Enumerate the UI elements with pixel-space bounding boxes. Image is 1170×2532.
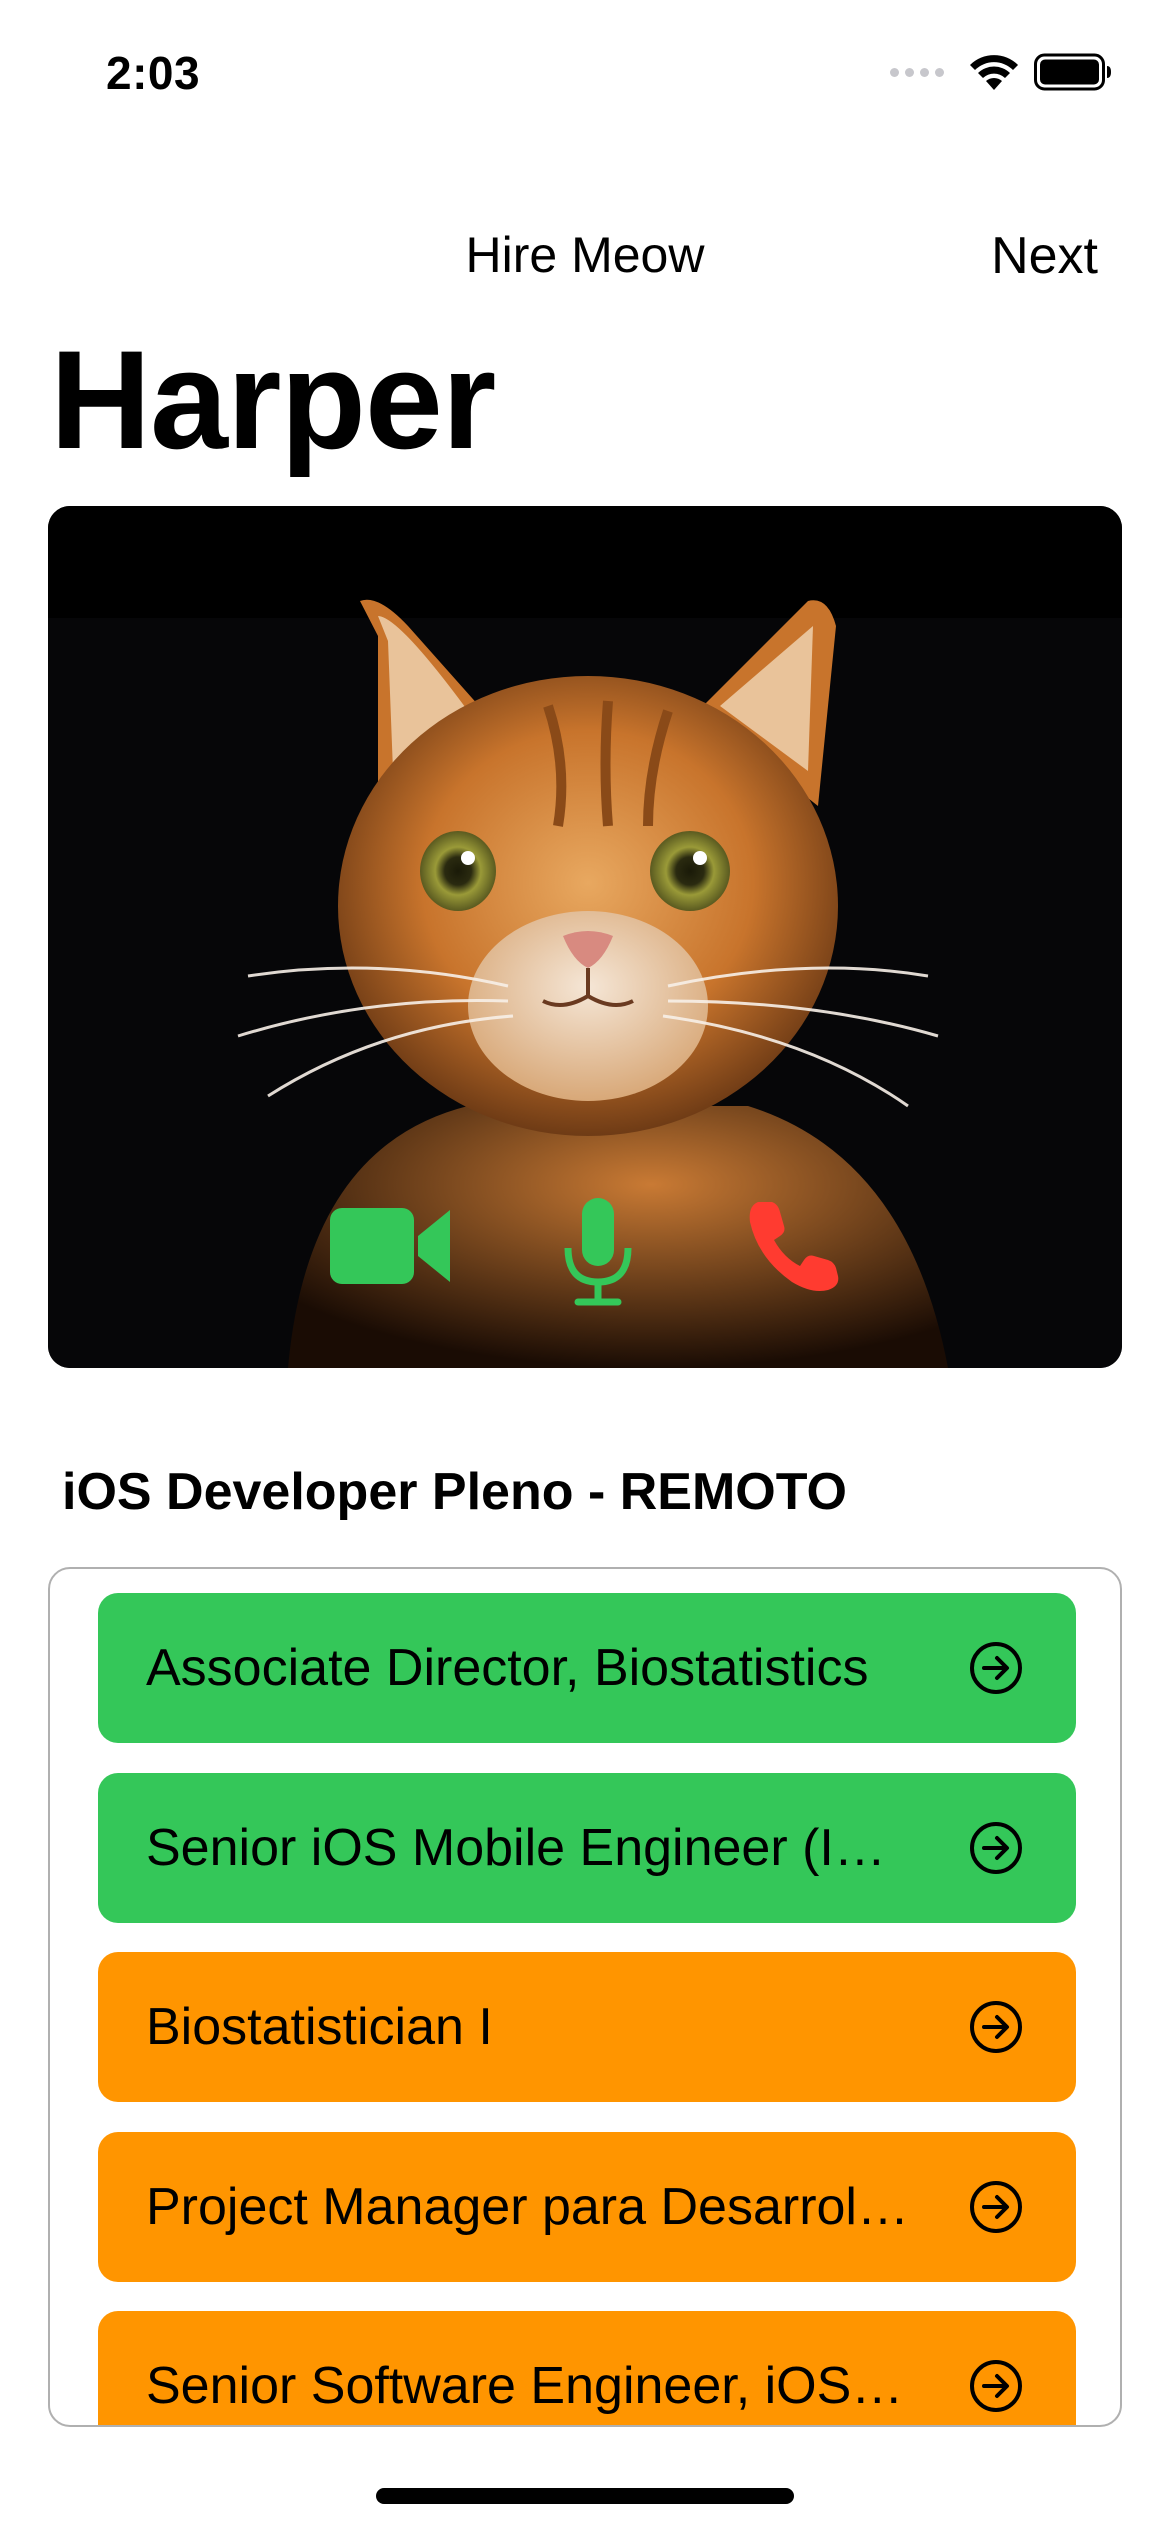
job-title: Associate Director, Biostatistics [146, 1639, 869, 1697]
job-title: Senior iOS Mobile Engineer (I… [146, 1819, 886, 1877]
arrow-right-circle-icon [970, 1822, 1022, 1874]
home-indicator[interactable] [376, 2488, 794, 2504]
job-list-item[interactable]: Associate Director, Biostatistics [98, 1593, 1076, 1743]
job-list-item[interactable]: Project Manager para Desarrol… [98, 2132, 1076, 2282]
status-icons [890, 52, 1112, 92]
job-title: Biostatistician I [146, 1998, 493, 2056]
wifi-icon [970, 55, 1018, 90]
screen: 2:03 Hire Meow Next Harper iOS Developer… [0, 0, 1170, 2532]
job-list: Associate Director, Biostatistics Senior… [48, 1567, 1122, 2427]
candidate-name: Harper [50, 321, 496, 478]
battery-icon [1034, 53, 1111, 91]
arrow-right-circle-icon [970, 2001, 1022, 2053]
arrow-right-circle-icon [970, 2181, 1022, 2233]
status-time: 2:03 [106, 47, 201, 99]
job-list-item[interactable]: Biostatistician I [98, 1952, 1076, 2102]
job-list-item[interactable]: Senior Software Engineer, iOS… [98, 2311, 1076, 2425]
job-title: Senior Software Engineer, iOS… [146, 2357, 904, 2415]
job-list-item[interactable]: Senior iOS Mobile Engineer (I… [98, 1773, 1076, 1923]
arrow-right-circle-icon [970, 1642, 1022, 1694]
arrow-right-circle-icon [970, 2360, 1022, 2412]
job-title: Project Manager para Desarrol… [146, 2178, 909, 2236]
next-button[interactable]: Next [991, 226, 1098, 286]
microphone-icon[interactable] [560, 1196, 636, 1308]
video-camera-icon[interactable] [328, 1196, 452, 1296]
call-controls [48, 1196, 1122, 1326]
phone-hangup-icon[interactable] [744, 1196, 844, 1296]
section-title: iOS Developer Pleno - REMOTO [62, 1463, 847, 1521]
cellular-signal-icon [890, 67, 944, 77]
video-call-view [48, 506, 1122, 1368]
